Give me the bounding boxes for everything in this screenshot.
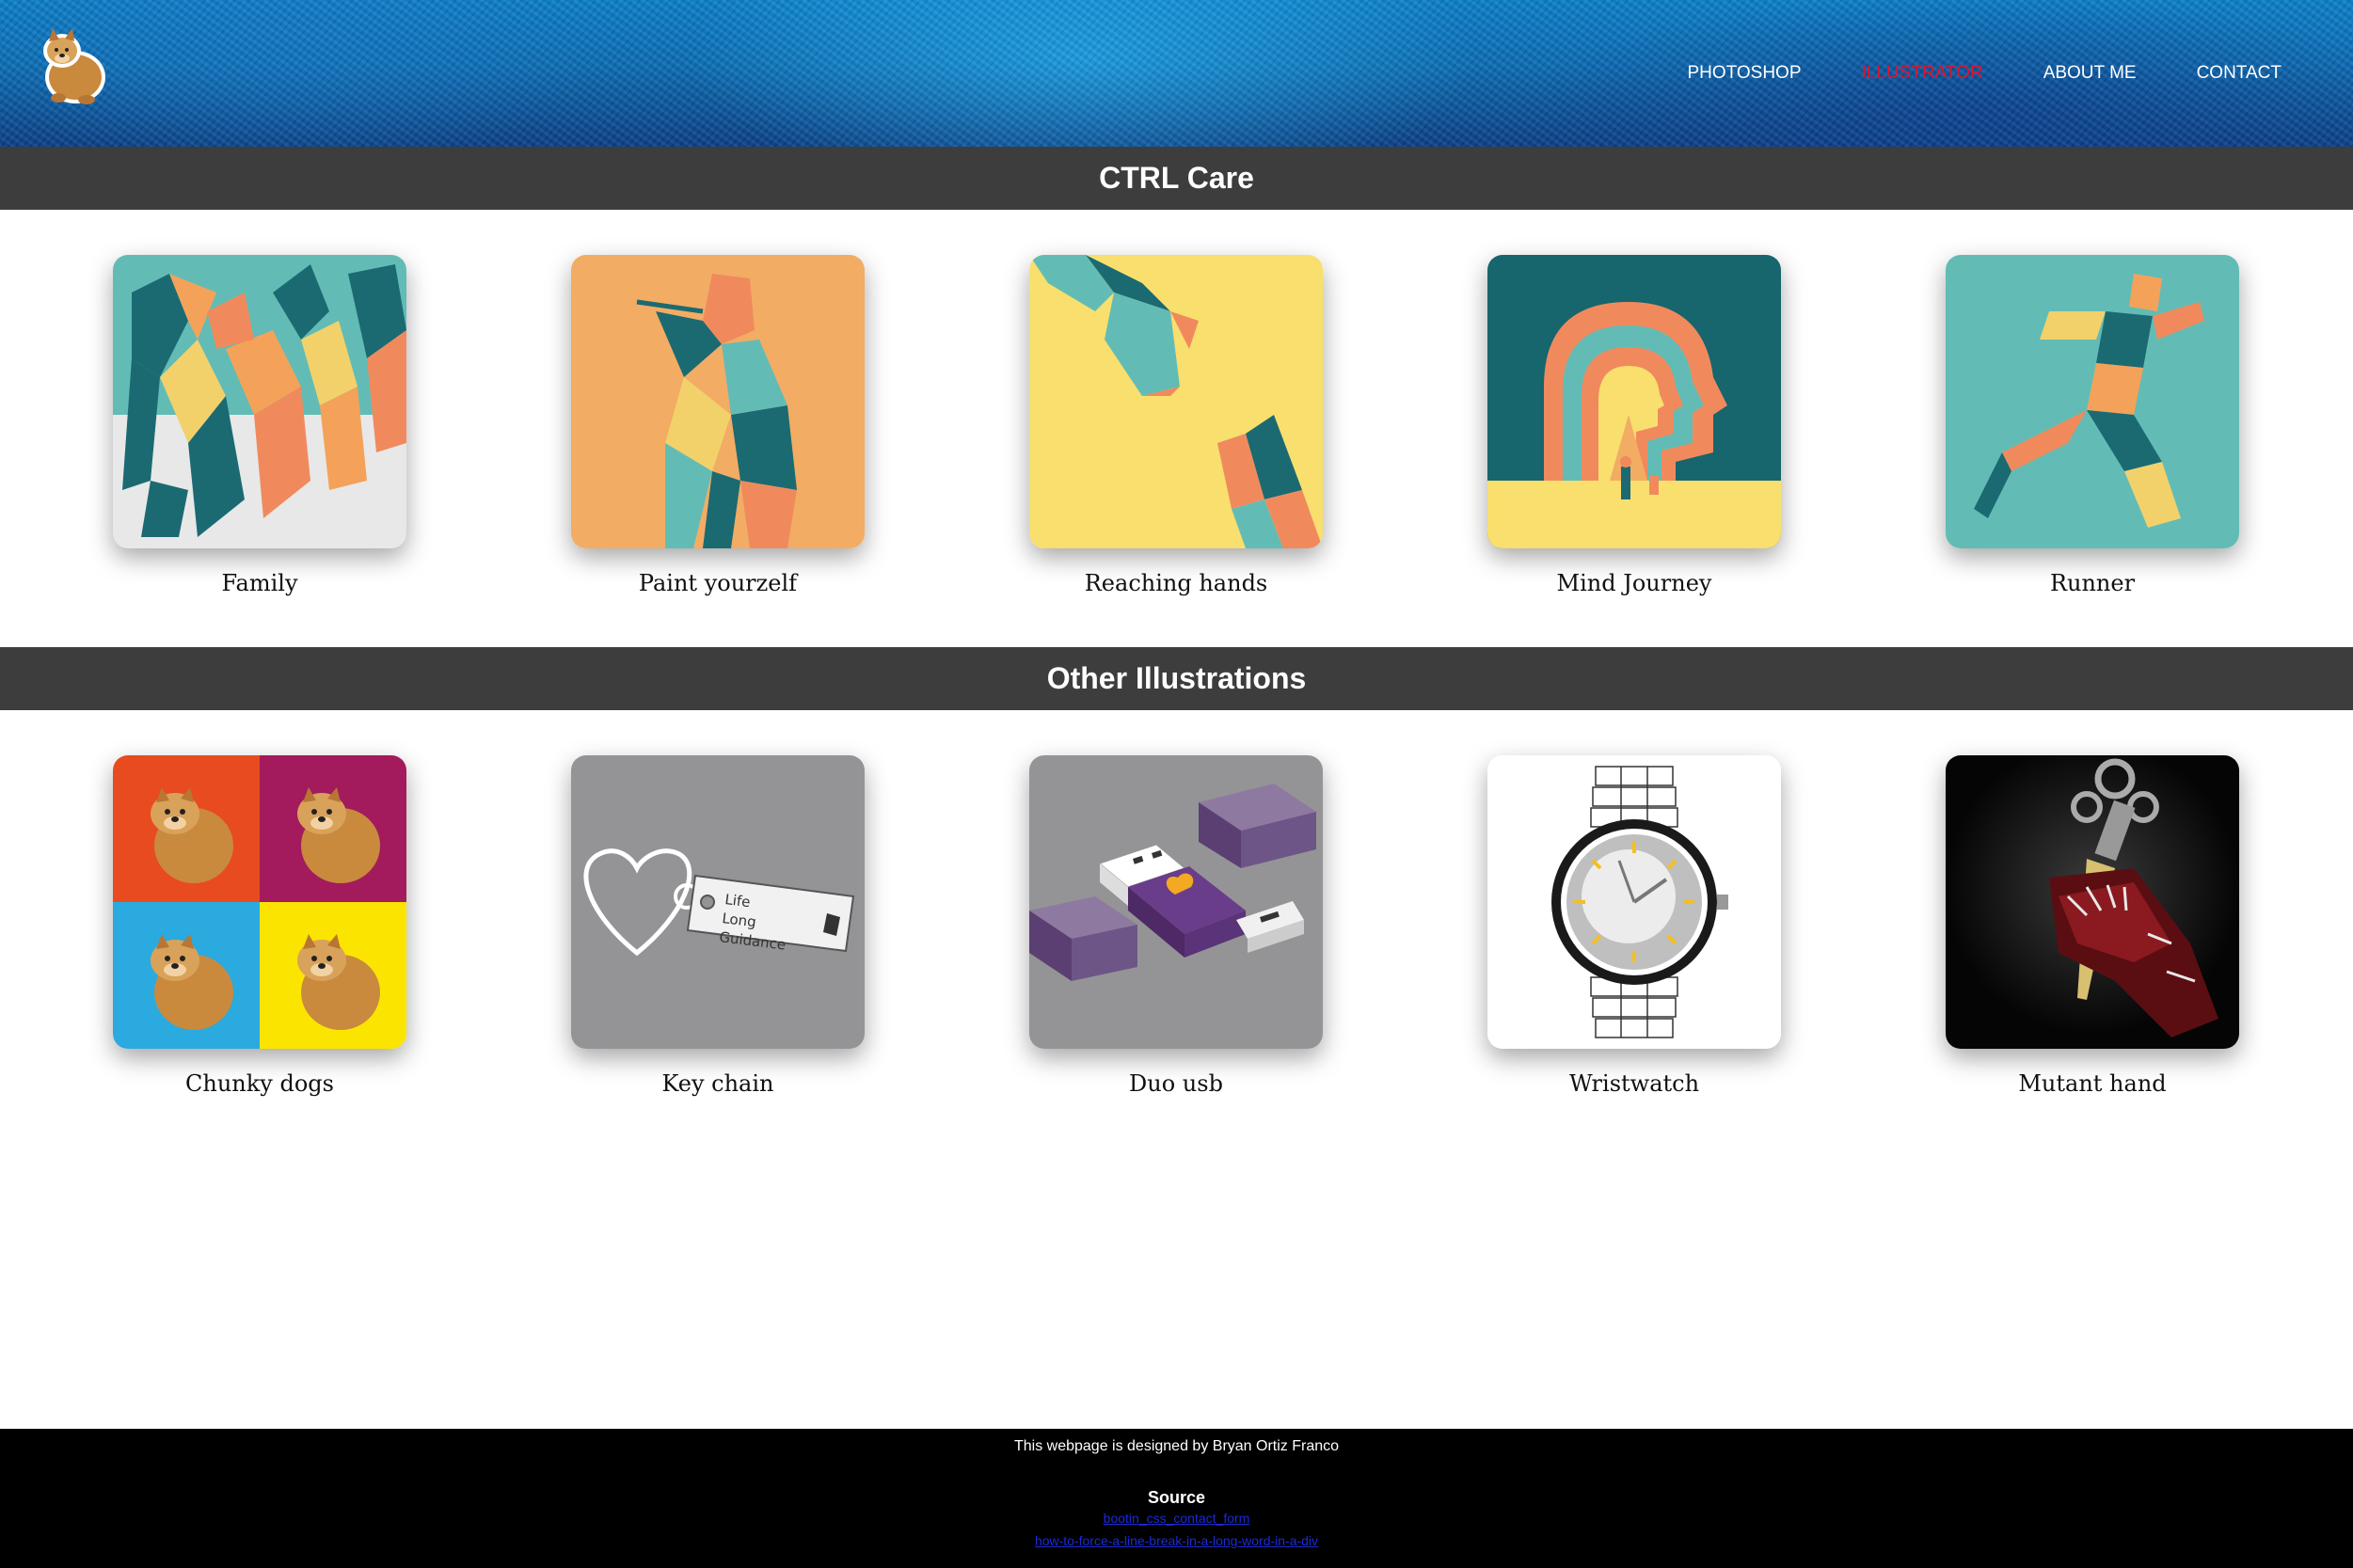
footer-source-title: Source	[1147, 1488, 1206, 1507]
main-nav: PHOTOSHOP ILLUSTRATOR ABOUT ME CONTACT	[1627, 62, 2281, 85]
gallery-caption: Mutant hand	[2018, 1070, 2167, 1097]
duo-usb-illustration-icon[interactable]	[1029, 755, 1323, 1049]
section-title-ctrl-care: CTRL Care	[0, 147, 2353, 210]
gallery-item-family[interactable]: Family	[113, 255, 406, 597]
nav-photoshop[interactable]: PHOTOSHOP	[1687, 62, 1801, 85]
gallery-item-wristwatch[interactable]: Wristwatch	[1487, 755, 1781, 1098]
site-footer: This webpage is designed by Bryan Ortiz …	[0, 1429, 2353, 1568]
gallery-caption: Duo usb	[1129, 1070, 1223, 1097]
wristwatch-illustration-icon[interactable]	[1487, 755, 1781, 1049]
gallery-item-mutant-hand[interactable]: Mutant hand	[1946, 755, 2239, 1098]
gallery-caption: Paint yourzelf	[638, 570, 798, 596]
paint-yourzelf-illustration-icon[interactable]	[571, 255, 865, 548]
gallery-caption: Key chain	[661, 1070, 774, 1097]
footer-source-link[interactable]: bootin_css_contact_form	[0, 1511, 2353, 1526]
mutant-hand-illustration-icon[interactable]	[1946, 755, 2239, 1049]
dog-logo-icon[interactable]	[34, 21, 113, 107]
gallery-item-paint-yourzelf[interactable]: Paint yourzelf	[571, 255, 865, 597]
gallery-caption: Runner	[2049, 570, 2136, 596]
section-title-other-illustrations: Other Illustrations	[0, 647, 2353, 710]
gallery-item-mind-journey[interactable]: Mind Journey	[1487, 255, 1781, 597]
mind-journey-illustration-icon[interactable]	[1487, 255, 1781, 548]
gallery-item-key-chain[interactable]: Life Long Guidance Key chain	[571, 755, 865, 1098]
gallery-item-duo-usb[interactable]: Duo usb	[1029, 755, 1323, 1098]
footer-credit: This webpage is designed by Bryan Ortiz …	[1013, 1438, 1340, 1454]
chunky-dogs-illustration-icon[interactable]	[113, 755, 406, 1049]
gallery-caption: Reaching hands	[1084, 570, 1268, 596]
gallery-caption: Mind Journey	[1556, 570, 1712, 596]
key-chain-illustration-icon[interactable]: Life Long Guidance	[571, 755, 865, 1049]
gallery-caption: Wristwatch	[1568, 1070, 1700, 1097]
runner-illustration-icon[interactable]	[1946, 255, 2239, 548]
gallery-caption: Chunky dogs	[185, 1070, 334, 1097]
site-header: PHOTOSHOP ILLUSTRATOR ABOUT ME CONTACT	[0, 0, 2353, 147]
footer-source-link[interactable]: how-to-force-a-line-break-in-a-long-word…	[0, 1533, 2353, 1548]
nav-about-me[interactable]: ABOUT ME	[2043, 62, 2137, 85]
gallery-item-reaching-hands[interactable]: Reaching hands	[1029, 255, 1323, 597]
key-tag-line-1: Life	[724, 891, 752, 911]
nav-illustrator[interactable]: ILLUSTRATOR	[1862, 62, 1983, 85]
family-illustration-icon[interactable]	[113, 255, 406, 548]
reaching-hands-illustration-icon[interactable]	[1029, 255, 1323, 548]
gallery-item-runner[interactable]: Runner	[1946, 255, 2239, 597]
nav-contact[interactable]: CONTACT	[2197, 62, 2281, 85]
gallery-item-chunky-dogs[interactable]: Chunky dogs	[113, 755, 406, 1098]
gallery-caption: Family	[221, 570, 298, 596]
